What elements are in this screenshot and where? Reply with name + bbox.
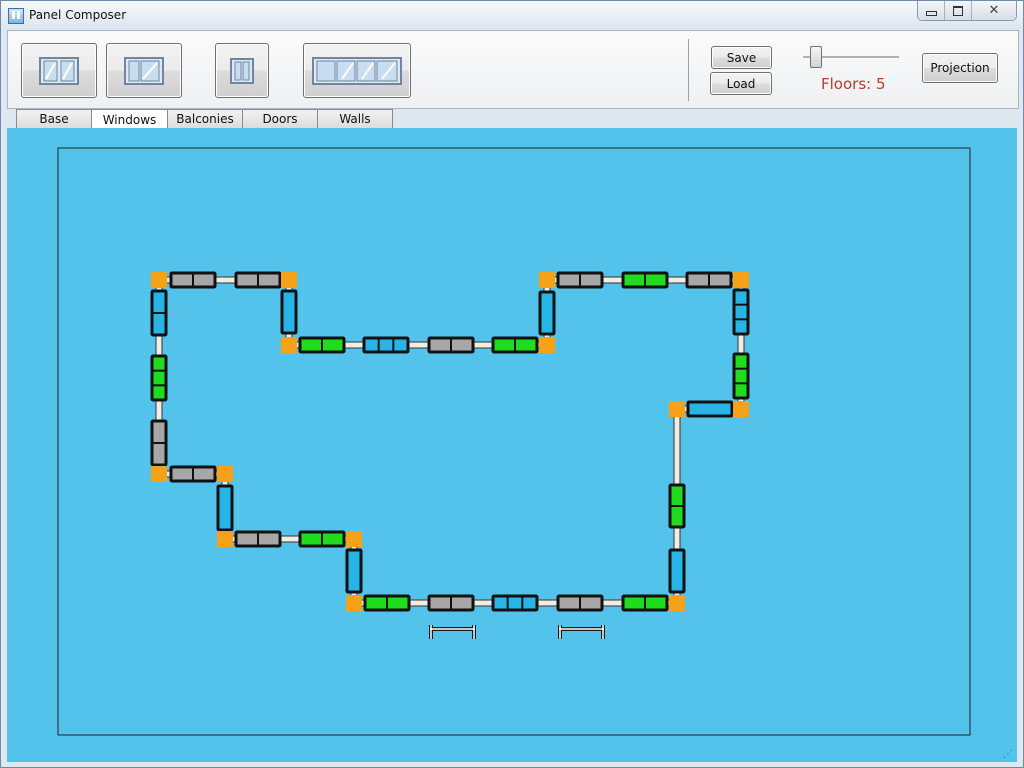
wall-panel[interactable] — [234, 530, 282, 548]
window-panel-1-icon — [230, 57, 254, 84]
balcony-marker-right[interactable] — [558, 625, 605, 639]
restore-icon — [953, 5, 963, 16]
wall-panel[interactable] — [491, 336, 539, 354]
tab-bar: Base Windows Balconies Doors Walls — [16, 109, 393, 129]
wall-panel[interactable] — [298, 336, 346, 354]
window-panel-4-icon — [312, 56, 402, 85]
save-button[interactable]: Save — [711, 46, 772, 69]
balcony-marker-left[interactable] — [429, 625, 476, 639]
tab-base[interactable]: Base — [16, 109, 92, 128]
window-controls: ✕ — [917, 1, 1017, 21]
corner-joint[interactable] — [539, 272, 555, 288]
corner-joint[interactable] — [733, 401, 749, 417]
toolbar: Save Load Floors: 5 Projection — [7, 30, 1019, 109]
wall-panel[interactable] — [427, 594, 475, 612]
window-title: Panel Composer — [29, 8, 127, 22]
design-workspace[interactable]: ⋰ — [7, 128, 1017, 762]
minimize-button[interactable] — [918, 1, 945, 20]
corner-joint[interactable] — [733, 272, 749, 288]
window-panel-2-icon — [124, 56, 164, 85]
wall-panel[interactable] — [234, 271, 282, 289]
wall-panel[interactable] — [280, 289, 298, 335]
corner-joint[interactable] — [669, 595, 685, 611]
app-window: Panel Composer ✕ Save Load Floors: 5 Pro… — [0, 0, 1024, 768]
wall-panel[interactable] — [427, 336, 475, 354]
panels-layer — [150, 271, 750, 612]
wall-panel[interactable] — [150, 419, 168, 467]
close-icon: ✕ — [988, 3, 1000, 18]
toolbar-separator — [688, 39, 689, 101]
tab-windows[interactable]: Windows — [91, 109, 168, 129]
wall-panel[interactable] — [169, 271, 217, 289]
panel-4-window-button[interactable] — [303, 43, 411, 98]
load-button[interactable]: Load — [710, 72, 772, 95]
wall-panel[interactable] — [298, 530, 346, 548]
walls-layer — [155, 276, 745, 607]
wall-panel[interactable] — [345, 548, 363, 594]
floors-label: Floors: 5 — [821, 75, 886, 93]
wall-panel[interactable] — [668, 548, 686, 594]
restore-button[interactable] — [945, 1, 972, 20]
wall-panel[interactable] — [362, 336, 410, 354]
corners-layer — [151, 272, 749, 611]
corner-joint[interactable] — [217, 466, 233, 482]
title-bar[interactable]: Panel Composer ✕ — [1, 1, 1023, 30]
panel-2-window-alt-button[interactable] — [106, 43, 182, 98]
corner-joint[interactable] — [151, 272, 167, 288]
wall-panel[interactable] — [668, 483, 686, 529]
wall-panel[interactable] — [621, 271, 669, 289]
wall-panel[interactable] — [216, 484, 234, 532]
wall-panel[interactable] — [685, 271, 733, 289]
resize-grip[interactable]: ⋰ — [1003, 749, 1013, 760]
tab-doors[interactable]: Doors — [242, 109, 318, 128]
corner-joint[interactable] — [281, 337, 297, 353]
wall-panel[interactable] — [732, 352, 750, 400]
wall-panel[interactable] — [621, 594, 669, 612]
projection-button[interactable]: Projection — [922, 53, 998, 83]
wall-panel[interactable] — [556, 594, 604, 612]
wall-panel[interactable] — [732, 288, 750, 336]
corner-joint[interactable] — [346, 531, 362, 547]
wall-panel[interactable] — [491, 594, 539, 612]
corner-joint[interactable] — [217, 531, 233, 547]
corner-joint[interactable] — [539, 337, 555, 353]
wall-outline-shadow — [155, 276, 745, 607]
tab-walls[interactable]: Walls — [317, 109, 393, 128]
wall-panel[interactable] — [538, 290, 556, 336]
corner-joint[interactable] — [346, 595, 362, 611]
tab-balconies[interactable]: Balconies — [167, 109, 243, 128]
panel-2-window-button[interactable] — [21, 43, 97, 98]
window-panel-2-icon — [39, 56, 79, 85]
floor-plan-canvas[interactable] — [7, 128, 1017, 762]
wall-panel[interactable] — [363, 594, 411, 612]
wall-panel[interactable] — [686, 400, 734, 418]
floors-slider-thumb[interactable] — [810, 46, 822, 68]
drawing-area-frame — [57, 147, 971, 736]
wall-panel[interactable] — [150, 354, 168, 402]
panel-1-window-button[interactable] — [215, 43, 269, 98]
corner-joint[interactable] — [281, 272, 297, 288]
app-icon — [8, 8, 24, 24]
corner-joint[interactable] — [151, 466, 167, 482]
close-button[interactable]: ✕ — [972, 1, 1016, 20]
wall-panel[interactable] — [556, 271, 604, 289]
wall-panel[interactable] — [150, 289, 168, 337]
corner-joint[interactable] — [669, 401, 685, 417]
wall-panel[interactable] — [169, 465, 217, 483]
wall-outline — [156, 277, 744, 606]
minimize-icon — [925, 11, 937, 16]
